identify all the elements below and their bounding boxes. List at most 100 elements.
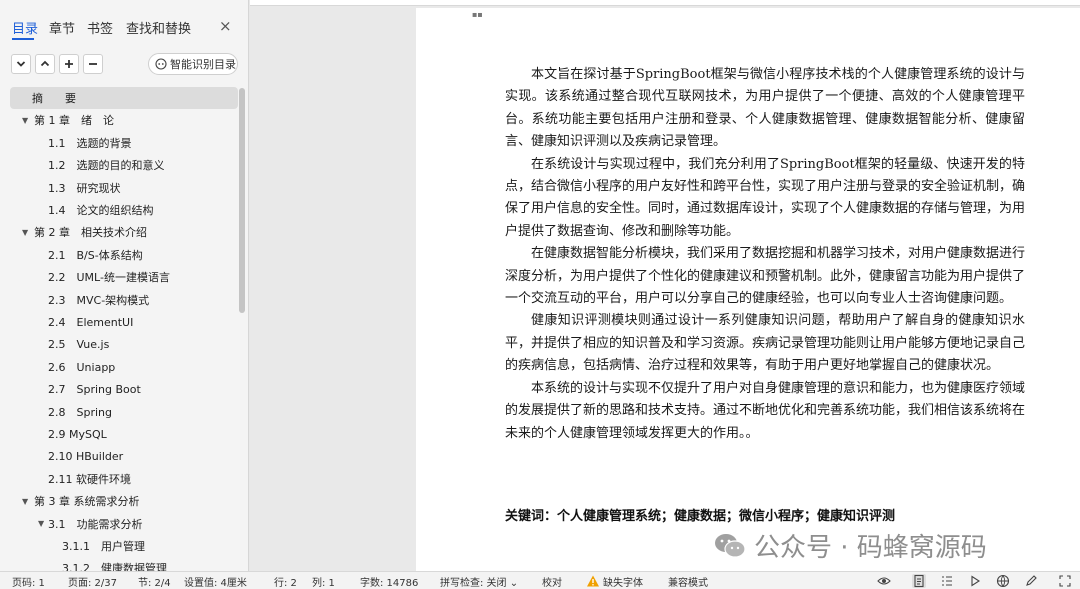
toc-item-label: 3.1.2 健康数据管理 xyxy=(62,562,167,571)
toc-item-label: 1.1 选题的背景 xyxy=(48,136,132,150)
status-column: 列: 1 xyxy=(312,578,335,589)
tab-toc[interactable]: 目录 xyxy=(12,18,38,37)
abstract-paragraph: 健康知识评测模块则通过设计一系列健康知识问题，帮助用户了解自身的健康知识水平，并… xyxy=(505,313,1026,374)
document-area: ▪▪ 本文旨在探讨基于SpringBoot框架与微信小程序技术栈的个人健康管理系… xyxy=(250,0,1080,571)
navigation-pane: 目录 章节 书签 查找和替换 × 智能识别目录 摘 要 ▼ 第 1 章 绪 论 1.1… xyxy=(0,0,249,571)
abstract-paragraph: 本系统的设计与实现不仅提升了用户对自身健康管理的意识和能力，也为健康医疗领域的发… xyxy=(505,380,1026,441)
smart-toc-button[interactable]: 智能识别目录 xyxy=(148,53,238,75)
expand-arrow-icon[interactable]: ▼ xyxy=(38,519,44,528)
top-ruler xyxy=(250,0,1080,6)
toc-item[interactable]: 2.10 HBuilder xyxy=(10,445,238,467)
page-view-icon[interactable] xyxy=(912,574,926,588)
expand-arrow-icon[interactable]: ▼ xyxy=(22,228,28,237)
tab-chapters[interactable]: 章节 xyxy=(49,18,75,37)
toc-item-label: 第 3 章 系统需求分析 xyxy=(34,495,140,509)
toc-item[interactable]: 1.2 选题的目的和意义 xyxy=(10,154,238,176)
remove-heading-button[interactable] xyxy=(83,54,103,74)
smart-toc-label: 智能识别目录 xyxy=(170,58,236,71)
spell-check-label: 拼写检查: 关闭 xyxy=(440,578,507,589)
status-page-number[interactable]: 页码: 1 xyxy=(12,574,45,589)
toc-item-label: 2.7 Spring Boot xyxy=(48,383,141,397)
wechat-icon xyxy=(715,533,746,558)
status-compat-mode[interactable]: 兼容模式 xyxy=(668,574,708,589)
tab-bookmarks[interactable]: 书签 xyxy=(87,18,113,37)
status-row: 行: 2 xyxy=(274,578,297,589)
warning-icon xyxy=(586,574,600,588)
chevron-down-icon: ⌄ xyxy=(509,578,519,589)
toc-item-label: 3.1.1 用户管理 xyxy=(62,540,145,553)
toc-item-label: 2.10 HBuilder xyxy=(48,449,124,463)
toc-item[interactable]: 2.7 Spring Boot xyxy=(10,378,238,400)
toc-item-label: 2.2 UML-统一建模语言 xyxy=(48,271,170,285)
expand-arrow-icon[interactable]: ▼ xyxy=(22,497,28,506)
add-heading-button[interactable] xyxy=(59,54,79,74)
toc-item[interactable]: 3.1.1 用户管理 xyxy=(10,535,238,557)
toc-scrollbar[interactable] xyxy=(239,88,245,313)
collapse-all-button[interactable] xyxy=(11,54,31,74)
web-layout-icon[interactable] xyxy=(996,574,1010,588)
toc-item-label: 3.1 功能需求分析 xyxy=(48,517,143,531)
toc-item-label: 第 2 章 相关技术介绍 xyxy=(34,226,147,240)
status-section[interactable]: 节: 2/4 xyxy=(138,574,171,589)
toc-item[interactable]: 1.3 研究现状 xyxy=(10,177,238,199)
toc-item[interactable]: 2.5 Vue.js xyxy=(10,333,238,355)
move-up-button[interactable] xyxy=(35,54,55,74)
toc-item-label: 1.2 选题的目的和意义 xyxy=(48,159,165,173)
page-marker: ▪▪ xyxy=(472,10,483,19)
toc-item-label: 2.4 ElementUI xyxy=(48,316,134,329)
document-page[interactable]: ▪▪ 本文旨在探讨基于SpringBoot框架与微信小程序技术栈的个人健康管理系… xyxy=(416,8,1080,571)
play-icon[interactable] xyxy=(968,574,982,588)
abstract-body[interactable]: 本文旨在探讨基于SpringBoot框架与微信小程序技术栈的个人健康管理系统的设… xyxy=(505,64,1025,445)
toc-item-label: 第 1 章 绪 论 xyxy=(34,114,114,128)
nav-tabs: 目录 章节 书签 查找和替换 × xyxy=(0,0,249,42)
toc-item[interactable]: 3.1.2 健康数据管理 xyxy=(10,557,238,571)
toc-item-label: 2.9 MySQL xyxy=(48,427,107,441)
toc-item-label: 2.5 Vue.js xyxy=(48,338,110,352)
toc-item[interactable]: 2.4 ElementUI xyxy=(10,311,238,333)
watermark-text: 公众号 · 码蜂窝源码 xyxy=(754,533,987,563)
toc-list: 摘 要 ▼ 第 1 章 绪 论 1.1 选题的背景 1.2 选题的目的和意义 1.3 研究… xyxy=(0,87,238,571)
smart-detect-icon xyxy=(155,58,167,70)
toc-item[interactable]: ▼ 第 1 章 绪 论 xyxy=(10,109,238,131)
pen-icon[interactable] xyxy=(1024,574,1038,588)
eye-icon[interactable] xyxy=(877,574,891,588)
active-tab-indicator xyxy=(12,38,34,40)
close-icon[interactable]: × xyxy=(219,17,232,35)
watermark: 公众号 · 码蜂窝源码 xyxy=(714,527,987,564)
toc-item-label: 2.3 MVC-架构模式 xyxy=(48,293,150,307)
toc-item[interactable]: 2.9 MySQL xyxy=(10,423,238,445)
toc-item[interactable]: ▼ 3.1 功能需求分析 xyxy=(10,513,238,535)
status-proofread[interactable]: 校对 xyxy=(542,574,562,589)
expand-arrow-icon[interactable]: ▼ xyxy=(22,116,28,125)
toc-item[interactable]: 2.1 B/S-体系结构 xyxy=(10,244,238,266)
plus-icon xyxy=(65,60,73,68)
toc-item-label: 摘 要 xyxy=(32,92,76,105)
toc-item-label: 2.11 软硬件环境 xyxy=(48,472,131,486)
abstract-paragraph: 在系统设计与实现过程中，我们充分利用了SpringBoot框架的轻量级、快速开发… xyxy=(505,156,1026,239)
toc-item[interactable]: 2.11 软硬件环境 xyxy=(10,468,238,490)
status-bar: 页码: 1 页面: 2/37 节: 2/4 设置值: 4厘米 行: 2 列: 1… xyxy=(0,571,1080,589)
toc-item[interactable]: 2.3 MVC-架构模式 xyxy=(10,289,238,311)
toc-item[interactable]: 2.6 Uniapp xyxy=(10,356,238,378)
status-page-count[interactable]: 页面: 2/37 xyxy=(68,574,117,589)
chevron-up-icon xyxy=(40,60,50,67)
toc-item[interactable]: 2.8 Spring xyxy=(10,401,238,423)
status-missing-font[interactable]: 缺失字体 xyxy=(603,574,643,589)
toc-item[interactable]: 2.2 UML-统一建模语言 xyxy=(10,266,238,288)
toc-item-label: 2.6 Uniapp xyxy=(48,360,116,374)
toc-item[interactable]: 摘 要 xyxy=(10,87,238,109)
outline-view-icon[interactable] xyxy=(940,574,954,588)
minus-icon xyxy=(89,63,97,65)
toc-item[interactable]: ▼ 第 2 章 相关技术介绍 xyxy=(10,221,238,243)
toc-item-label: 1.3 研究现状 xyxy=(48,181,121,195)
toc-item[interactable]: 1.4 论文的组织结构 xyxy=(10,199,238,221)
status-spell-check[interactable]: 拼写检查: 关闭 ⌄ xyxy=(440,574,518,589)
toc-item[interactable]: ▼ 第 3 章 系统需求分析 xyxy=(10,490,238,512)
status-setting-value[interactable]: 设置值: 4厘米 xyxy=(184,574,247,589)
abstract-paragraph: 在健康数据智能分析模块，我们采用了数据挖掘和机器学习技术，对用户健康数据进行深度… xyxy=(505,246,1026,307)
fullscreen-icon[interactable] xyxy=(1058,574,1072,588)
status-word-count[interactable]: 字数: 14786 xyxy=(360,574,418,589)
toc-item[interactable]: 1.1 选题的背景 xyxy=(10,132,238,154)
tab-find-replace[interactable]: 查找和替换 xyxy=(126,18,191,37)
toc-item-label: 2.8 Spring xyxy=(48,405,112,419)
